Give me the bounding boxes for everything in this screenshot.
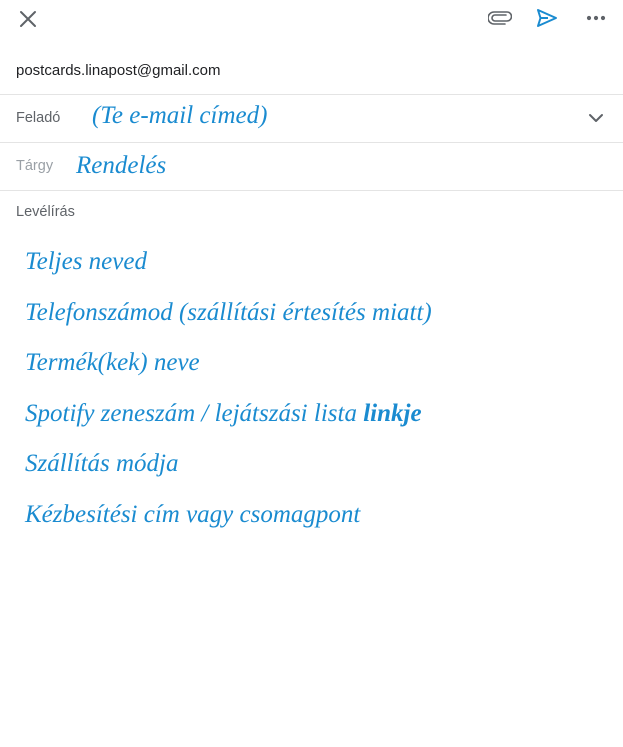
more-options-button[interactable] <box>582 4 610 32</box>
message-body[interactable]: Levélírás Teljes neved Telefonszámod (sz… <box>0 191 623 747</box>
body-line-name: Teljes neved <box>25 248 147 275</box>
close-button[interactable] <box>14 5 42 33</box>
body-line-phone: Telefonszámod (szállítási értesítés miat… <box>25 298 432 326</box>
body-line-products: Termék(kek) neve <box>25 349 200 377</box>
to-field[interactable]: postcards.linapost@gmail.com <box>0 50 623 95</box>
subject-value: Rendelés <box>76 152 167 179</box>
body-line-spotify-text: Spotify zeneszám / lejátszási lista <box>25 399 364 427</box>
body-line-spotify-link-word: linkje <box>363 399 422 427</box>
body-line-spotify: Spotify zeneszám / lejátszási lista link… <box>25 401 615 426</box>
from-field[interactable]: Feladó (Te e-mail címed) <box>0 95 623 143</box>
more-horizontal-icon <box>586 15 606 21</box>
send-icon <box>537 9 557 27</box>
send-button[interactable] <box>532 4 562 32</box>
body-content: Teljes neved Telefonszámod (szállítási é… <box>25 249 615 553</box>
to-recipient: postcards.linapost@gmail.com <box>16 62 221 79</box>
from-value: (Te e-mail címed) <box>92 102 268 129</box>
paperclip-icon <box>488 11 512 25</box>
attach-button[interactable] <box>485 4 515 32</box>
body-label: Levélírás <box>16 204 75 220</box>
from-dropdown-button[interactable] <box>583 105 609 131</box>
close-icon <box>20 11 36 27</box>
body-line-shipping: Szállítás módja <box>25 450 179 478</box>
subject-field[interactable]: Tárgy Rendelés <box>0 143 623 191</box>
from-label: Feladó <box>16 110 61 126</box>
body-line-address: Kézbesítési cím vagy csomagpont <box>25 500 361 528</box>
chevron-down-icon <box>589 114 603 122</box>
compose-toolbar <box>0 0 623 40</box>
subject-label: Tárgy <box>16 158 54 174</box>
